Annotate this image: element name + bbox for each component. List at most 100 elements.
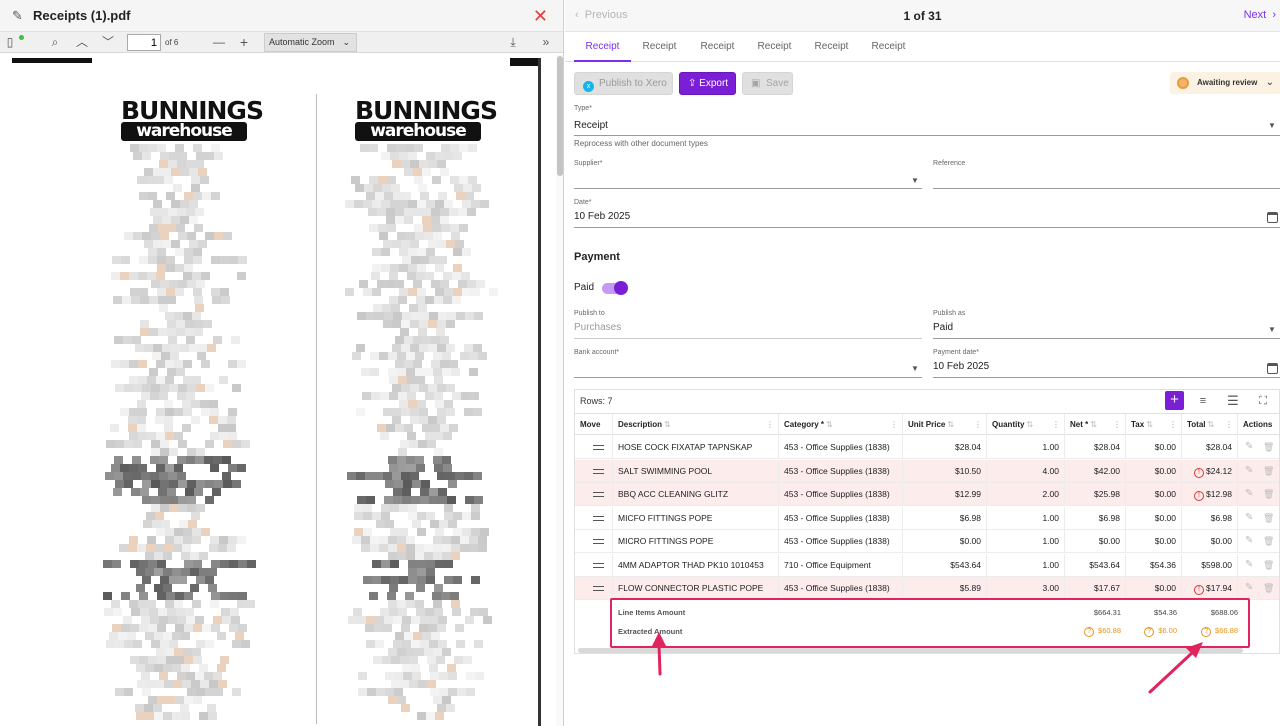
calendar-icon[interactable] xyxy=(1267,212,1278,223)
delete-row-icon[interactable]: 🗑 xyxy=(1263,512,1274,524)
column-header-quantity[interactable]: Quantity ⇅ ⋮ xyxy=(987,414,1065,436)
delete-row-icon[interactable]: 🗑 xyxy=(1263,559,1274,571)
move-cell[interactable] xyxy=(575,577,613,600)
edit-icon[interactable]: ✎ xyxy=(12,8,26,23)
column-header-net[interactable]: Net * ⇅ ⋮ xyxy=(1065,414,1126,436)
cell-unit-price[interactable]: $6.98 xyxy=(903,506,987,530)
filter-icon[interactable]: ≡ xyxy=(1195,393,1211,409)
next-button[interactable]: Next › xyxy=(1244,9,1276,21)
drag-handle-icon[interactable] xyxy=(593,468,604,474)
cell-total[interactable]: ! $12.98 xyxy=(1182,483,1238,506)
cell-category[interactable]: 710 - Office Equipment xyxy=(779,553,903,577)
cell-unit-price[interactable]: $10.50 xyxy=(903,459,987,483)
table-row[interactable]: 4MM ADAPTOR THAD PK10 1010453 710 - Offic… xyxy=(575,553,1279,577)
move-cell[interactable] xyxy=(575,436,613,459)
close-icon[interactable]: ✕ xyxy=(533,7,548,25)
export-button[interactable]: ⇪ Export xyxy=(679,72,736,95)
column-header-category[interactable]: Category * ⇅ ⋮ xyxy=(779,414,903,436)
cell-category[interactable]: 453 - Office Supplies (1838) xyxy=(779,483,903,506)
page-number-input[interactable] xyxy=(127,34,161,51)
cell-total[interactable]: $598.00 xyxy=(1182,553,1238,577)
drag-handle-icon[interactable] xyxy=(593,562,604,568)
cell-total[interactable]: $0.00 xyxy=(1182,530,1238,553)
cell-description[interactable]: BBQ ACC CLEANING GLITZ xyxy=(613,483,779,506)
cell-tax[interactable]: $0.00 xyxy=(1126,483,1182,506)
move-cell[interactable] xyxy=(575,530,613,553)
column-header-tax[interactable]: Tax ⇅ ⋮ xyxy=(1126,414,1182,436)
move-cell[interactable] xyxy=(575,506,613,530)
cell-description[interactable]: 4MM ADAPTOR THAD PK10 1010453 xyxy=(613,553,779,577)
chevron-up-icon[interactable]: ︿ xyxy=(74,32,90,53)
pdf-scrollbar[interactable] xyxy=(556,54,563,726)
cell-net[interactable]: $543.64 xyxy=(1065,553,1126,577)
cell-quantity[interactable]: 3.00 xyxy=(987,577,1065,600)
publish-to-xero-button[interactable]: x Publish to Xero xyxy=(574,72,673,95)
cell-quantity[interactable]: 1.00 xyxy=(987,530,1065,553)
drag-handle-icon[interactable] xyxy=(593,515,604,521)
cell-description[interactable]: HOSE COCK FIXATAP TAPNSKAP xyxy=(613,436,779,459)
table-row[interactable]: HOSE COCK FIXATAP TAPNSKAP 453 - Office S… xyxy=(575,436,1279,459)
cell-unit-price[interactable]: $28.04 xyxy=(903,436,987,459)
publish-as-select[interactable]: Paid xyxy=(933,322,953,333)
drag-handle-icon[interactable] xyxy=(593,539,604,544)
table-row[interactable]: SALT SWIMMING POOL 453 - Office Supplies … xyxy=(575,459,1279,483)
cell-quantity[interactable]: 4.00 xyxy=(987,459,1065,483)
delete-row-icon[interactable]: 🗑 xyxy=(1263,535,1274,547)
table-row[interactable]: MICRO FITTINGS POPE 453 - Office Supplies… xyxy=(575,530,1279,553)
cell-unit-price[interactable]: $543.64 xyxy=(903,553,987,577)
move-cell[interactable] xyxy=(575,553,613,577)
cell-net[interactable]: $6.98 xyxy=(1065,506,1126,530)
tab-receipt-6[interactable]: Receipt xyxy=(860,32,917,62)
cell-category[interactable]: 453 - Office Supplies (1838) xyxy=(779,459,903,483)
cell-tax[interactable]: $0.00 xyxy=(1126,577,1182,600)
cell-unit-price[interactable]: $12.99 xyxy=(903,483,987,506)
cell-net[interactable]: $25.98 xyxy=(1065,483,1126,506)
cell-total[interactable]: ! $24.12 xyxy=(1182,459,1238,483)
cell-total[interactable]: $28.04 xyxy=(1182,436,1238,459)
cell-description[interactable]: FLOW CONNECTOR PLASTIC POPE xyxy=(613,577,779,600)
column-header-total[interactable]: Total ⇅ ⋮ xyxy=(1182,414,1238,436)
cell-quantity[interactable]: 1.00 xyxy=(987,553,1065,577)
cell-total[interactable]: ! $17.94 xyxy=(1182,577,1238,600)
add-row-button[interactable]: + xyxy=(1165,391,1184,410)
delete-row-icon[interactable]: 🗑 xyxy=(1263,582,1274,594)
edit-row-icon[interactable]: ✎ xyxy=(1245,441,1255,453)
drag-handle-icon[interactable] xyxy=(593,492,604,497)
cell-net[interactable]: $42.00 xyxy=(1065,459,1126,483)
density-icon[interactable]: ☰ xyxy=(1225,393,1241,409)
column-header-unit-price[interactable]: Unit Price ⇅ ⋮ xyxy=(903,414,987,436)
cell-total[interactable]: $6.98 xyxy=(1182,506,1238,530)
table-row[interactable]: BBQ ACC CLEANING GLITZ 453 - Office Suppl… xyxy=(575,483,1279,506)
tab-receipt-4[interactable]: Receipt xyxy=(746,32,803,62)
date-input[interactable]: 10 Feb 2025 xyxy=(574,211,630,222)
move-cell[interactable] xyxy=(575,459,613,483)
cell-description[interactable]: MICFO FITTINGS POPE xyxy=(613,506,779,530)
fullscreen-icon[interactable]: ⛶ xyxy=(1255,393,1271,409)
tab-receipt-2[interactable]: Receipt xyxy=(631,32,688,62)
cell-tax[interactable]: $54.36 xyxy=(1126,553,1182,577)
paid-toggle[interactable] xyxy=(602,281,628,295)
delete-row-icon[interactable]: 🗑 xyxy=(1263,488,1274,500)
column-header-description[interactable]: Description ⇅ ⋮ xyxy=(613,414,779,436)
cell-net[interactable]: $28.04 xyxy=(1065,436,1126,459)
cell-category[interactable]: 453 - Office Supplies (1838) xyxy=(779,530,903,553)
sidebar-toggle-icon[interactable]: ▯ xyxy=(2,32,18,53)
cell-category[interactable]: 453 - Office Supplies (1838) xyxy=(779,436,903,459)
chevron-down-icon[interactable]: ▼ xyxy=(911,176,919,185)
edit-row-icon[interactable]: ✎ xyxy=(1245,559,1255,571)
drag-handle-icon[interactable] xyxy=(593,445,604,450)
chevron-down-icon[interactable]: ﹀ xyxy=(100,32,116,53)
edit-row-icon[interactable]: ✎ xyxy=(1245,465,1255,477)
zoom-select[interactable]: Automatic Zoom ⌄ xyxy=(264,33,357,52)
cell-unit-price[interactable]: $0.00 xyxy=(903,530,987,553)
cell-quantity[interactable]: 2.00 xyxy=(987,483,1065,506)
grid-horizontal-scrollbar[interactable] xyxy=(578,648,1243,653)
drag-handle-icon[interactable] xyxy=(593,586,604,591)
delete-row-icon[interactable]: 🗑 xyxy=(1263,465,1274,477)
table-row[interactable]: FLOW CONNECTOR PLASTIC POPE 453 - Office … xyxy=(575,577,1279,600)
more-tools-icon[interactable]: » xyxy=(538,32,554,53)
type-select[interactable]: Receipt xyxy=(574,120,608,131)
status-dropdown[interactable]: Awaiting review ⌄ xyxy=(1170,72,1280,94)
cell-net[interactable]: $0.00 xyxy=(1065,530,1126,553)
cell-description[interactable]: MICRO FITTINGS POPE xyxy=(613,530,779,553)
